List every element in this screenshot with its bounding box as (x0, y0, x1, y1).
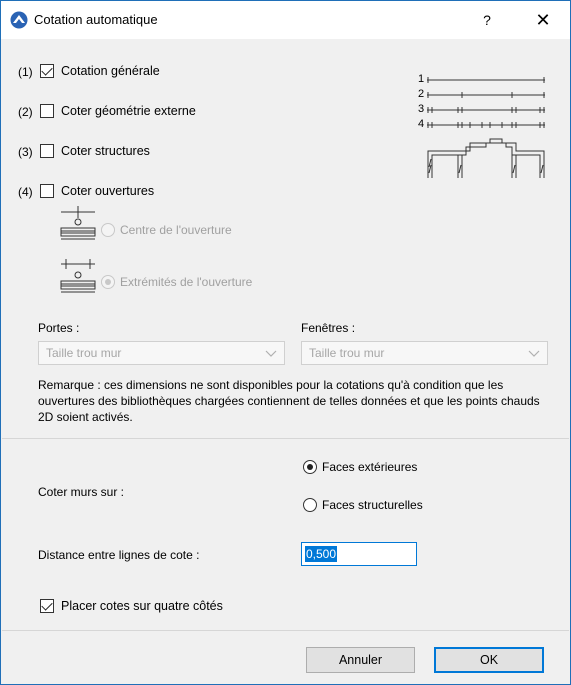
ok-button[interactable]: OK (434, 647, 544, 673)
option-number-3: (3) (18, 145, 33, 159)
opening-ends-icon (60, 259, 96, 293)
portes-select-value: Taille trou mur (46, 346, 122, 360)
remark-text: Remarque : ces dimensions ne sont dispon… (38, 378, 540, 424)
distance-input[interactable]: 0,500 (301, 542, 417, 566)
coter-structures-label: Coter structures (61, 144, 150, 158)
opening-center-icon (60, 206, 96, 240)
coter-ouvertures-checkbox[interactable] (40, 184, 54, 198)
cotation-generale-label: Cotation générale (61, 64, 160, 78)
window-title: Cotation automatique (34, 12, 158, 27)
portes-label: Portes : (38, 321, 80, 335)
option-number-2: (2) (18, 105, 33, 119)
faces-structurelles-label: Faces structurelles (322, 498, 423, 512)
option-number-1: (1) (18, 65, 33, 79)
title-bar[interactable]: Cotation automatique ? ✕ (1, 1, 570, 39)
extremites-ouverture-label: Extrémités de l'ouverture (120, 275, 253, 289)
centre-ouverture-radio[interactable] (101, 223, 115, 237)
chevron-down-icon (265, 350, 277, 357)
coter-geometrie-externe-checkbox[interactable] (40, 104, 54, 118)
extremites-ouverture-radio[interactable] (101, 275, 115, 289)
fenetres-select[interactable]: Taille trou mur (301, 341, 548, 365)
fenetres-label: Fenêtres : (301, 321, 356, 335)
faces-exterieures-label: Faces extérieures (322, 460, 418, 474)
coter-ouvertures-label: Coter ouvertures (61, 184, 155, 198)
help-button[interactable]: ? (475, 9, 499, 31)
coter-murs-label: Coter murs sur : (38, 485, 125, 499)
faces-structurelles-radio[interactable] (303, 498, 317, 512)
dialog-window: Cotation automatique ? ✕ (1) Cotation gé… (0, 0, 571, 685)
fenetres-select-value: Taille trou mur (309, 346, 385, 360)
quatre-cotes-label: Placer cotes sur quatre côtés (61, 599, 223, 613)
faces-exterieures-radio[interactable] (303, 460, 317, 474)
coter-geometrie-externe-label: Coter géométrie externe (61, 104, 196, 118)
footer-divider (2, 630, 569, 631)
cancel-button[interactable]: Annuler (306, 647, 415, 673)
close-button[interactable]: ✕ (528, 8, 558, 32)
archicad-app-icon (10, 11, 28, 29)
cotation-generale-checkbox[interactable] (40, 64, 54, 78)
chevron-down-icon (528, 350, 540, 357)
distance-input-value: 0,500 (305, 546, 338, 562)
centre-ouverture-label: Centre de l'ouverture (120, 223, 232, 237)
quatre-cotes-checkbox[interactable] (40, 599, 54, 613)
dimension-preview-diagram: 1 2 3 4 (415, 73, 555, 183)
portes-select[interactable]: Taille trou mur (38, 341, 285, 365)
coter-structures-checkbox[interactable] (40, 144, 54, 158)
option-number-4: (4) (18, 185, 33, 199)
section-divider (2, 438, 569, 439)
dimension-lines-icon (427, 77, 545, 178)
distance-label: Distance entre lignes de cote : (38, 548, 200, 562)
